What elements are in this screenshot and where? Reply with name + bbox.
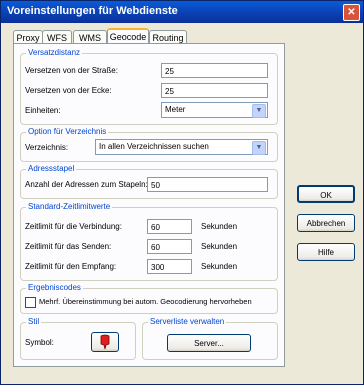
receive-timeout-label: Zeitlimit für den Empfang: xyxy=(25,262,117,271)
send-timeout-label: Zeitlimit für das Senden: xyxy=(25,242,112,251)
verzeichnis-select[interactable]: In allen Verzeichnissen suchen ▼ xyxy=(95,139,268,155)
connection-timeout-input[interactable]: 60 xyxy=(147,219,192,234)
batch-size-label: Anzahl der Adressen zum Stapeln: xyxy=(25,180,148,189)
corner-offset-label: Versetzen von der Ecke: xyxy=(25,86,112,95)
street-offset-input[interactable]: 25 xyxy=(161,63,268,78)
symbol-button[interactable] xyxy=(91,332,119,352)
receive-timeout-unit: Sekunden xyxy=(201,262,238,271)
corner-offset-input[interactable]: 25 xyxy=(161,83,268,98)
ok-button[interactable]: OK xyxy=(297,185,355,203)
zeitlimit-group: Standard-Zeitlimitwerte Zeitlimit für di… xyxy=(20,202,278,281)
map-marker-icon xyxy=(100,334,110,350)
ergebniscodes-group: Ergebniscodes Mehrf. Übereinstimmung bei… xyxy=(20,283,278,314)
receive-timeout-input[interactable]: 300 xyxy=(147,259,192,274)
stil-group: Stil Symbol: xyxy=(20,317,136,360)
server-button[interactable]: Server... xyxy=(167,334,251,352)
units-label: Einheiten: xyxy=(25,106,61,115)
chevron-down-icon[interactable]: ▼ xyxy=(252,104,266,118)
verzeichnis-value: In allen Verzeichnissen suchen xyxy=(99,142,209,151)
send-timeout-unit: Sekunden xyxy=(201,242,238,251)
zeitlimit-legend: Standard-Zeitlimitwerte xyxy=(26,202,113,212)
help-button[interactable]: Hilfe xyxy=(297,243,355,261)
batch-size-input[interactable]: 50 xyxy=(147,177,268,192)
units-value: Meter xyxy=(165,105,186,114)
adressstapel-legend: Adressstapel xyxy=(26,164,77,174)
send-timeout-input[interactable]: 60 xyxy=(147,239,192,254)
ergebniscodes-legend: Ergebniscodes xyxy=(26,283,83,293)
connection-timeout-unit: Sekunden xyxy=(201,222,238,231)
units-select[interactable]: Meter ▼ xyxy=(161,102,268,118)
geocode-tab-panel: Versatzdistanz Versetzen von der Straße:… xyxy=(13,43,285,367)
symbol-label: Symbol: xyxy=(25,338,54,347)
window-title: Voreinstellungen für Webdienste xyxy=(7,5,178,17)
stil-legend: Stil xyxy=(26,317,42,327)
highlight-multiple-checkbox[interactable] xyxy=(25,297,36,308)
chevron-down-icon[interactable]: ▼ xyxy=(252,141,266,155)
connection-timeout-label: Zeitlimit für die Verbindung: xyxy=(25,222,122,231)
cancel-button[interactable]: Abbrechen xyxy=(297,214,355,232)
street-offset-label: Versetzen von der Straße: xyxy=(25,66,118,75)
title-bar[interactable]: Voreinstellungen für Webdienste ✕ xyxy=(1,1,363,23)
verzeichnis-legend: Option für Verzeichnis xyxy=(26,127,109,137)
verzeichnis-label: Verzeichnis: xyxy=(25,143,69,152)
close-icon[interactable]: ✕ xyxy=(343,4,360,21)
versatzdistanz-legend: Versatzdistanz xyxy=(26,48,83,58)
serverliste-group: Serverliste verwalten Server... xyxy=(142,317,278,360)
serverliste-legend: Serverliste verwalten xyxy=(148,317,227,327)
highlight-multiple-label[interactable]: Mehrf. Übereinstimmung bei autom. Geocod… xyxy=(39,297,252,306)
verzeichnis-group: Option für Verzeichnis Verzeichnis: In a… xyxy=(20,127,278,162)
versatzdistanz-group: Versatzdistanz Versetzen von der Straße:… xyxy=(20,48,278,125)
adressstapel-group: Adressstapel Anzahl der Adressen zum Sta… xyxy=(20,164,278,199)
dialog-window: Voreinstellungen für Webdienste ✕ Proxy … xyxy=(0,0,364,385)
